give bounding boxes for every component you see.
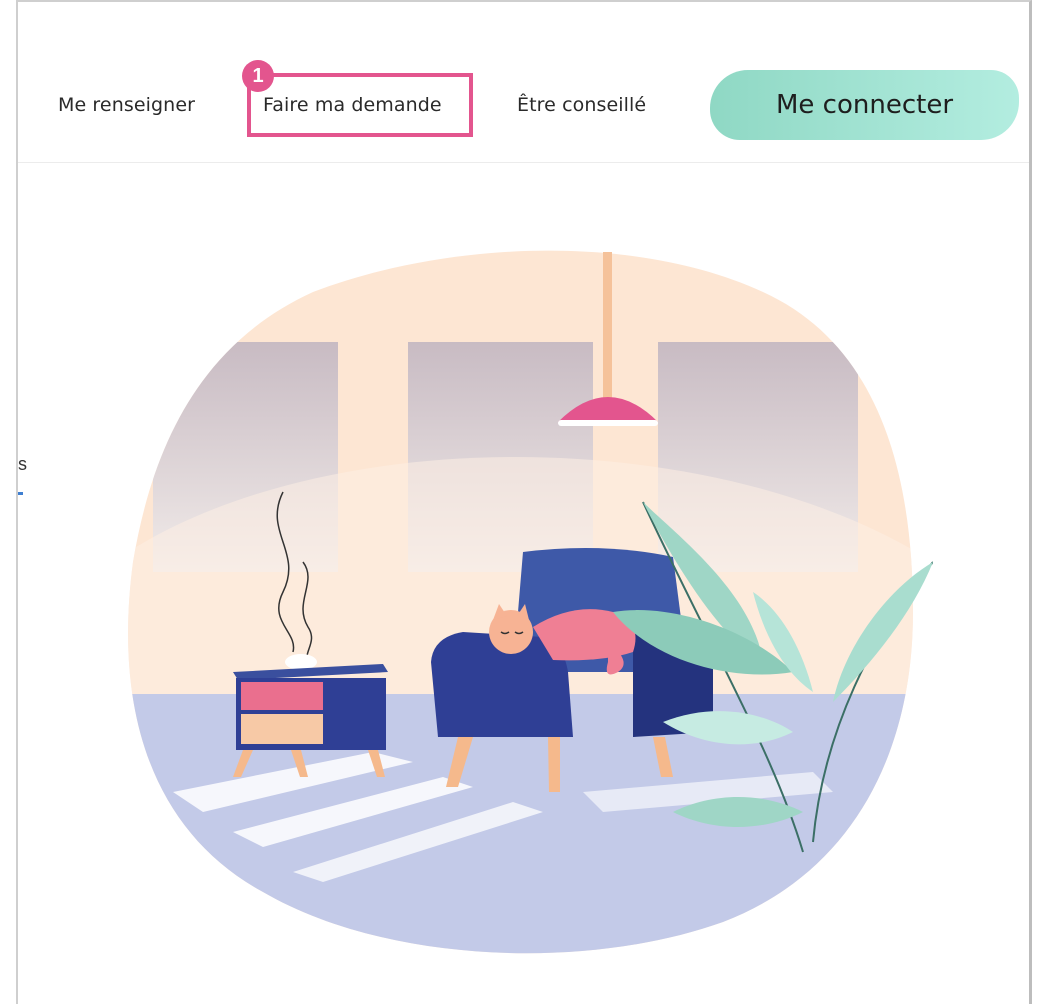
nav-me-renseigner[interactable]: Me renseigner	[58, 94, 195, 116]
nav-etre-conseille[interactable]: Être conseillé	[517, 94, 646, 116]
cut-off-text: s	[18, 454, 27, 474]
lamp-cord	[603, 252, 612, 407]
connect-button[interactable]: Me connecter	[710, 70, 1019, 140]
browser-page: Me renseigner Faire ma demande Être cons…	[16, 0, 1032, 1004]
step-badge: 1	[242, 60, 274, 92]
header: Me renseigner Faire ma demande Être cons…	[18, 2, 1029, 163]
living-room-illustration	[128, 250, 933, 954]
cut-off-link-mark	[18, 492, 23, 495]
nav-faire-ma-demande[interactable]: Faire ma demande	[263, 94, 442, 116]
